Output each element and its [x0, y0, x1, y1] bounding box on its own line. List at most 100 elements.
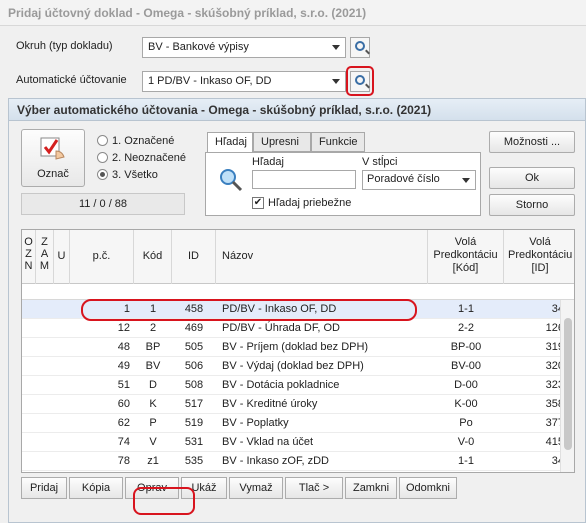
cell-pc: 12: [117, 322, 130, 334]
mark-button[interactable]: Označ: [21, 129, 85, 187]
table-row[interactable]: 60 K 517 BV - Kreditné úroky K-00 358: [22, 395, 574, 414]
chevron-down-icon: [462, 178, 470, 183]
add-button[interactable]: Pridaj: [21, 477, 67, 499]
copy-button[interactable]: Kópia: [69, 477, 123, 499]
column-select[interactable]: Poradové číslo: [362, 170, 476, 190]
table-header: O Z N Z A M U p.č. Kód ID Názov Volá Pre…: [22, 230, 574, 284]
chevron-down-icon: [332, 45, 340, 50]
auto-label: Automatické účtovanie: [16, 74, 127, 86]
table-row[interactable]: 49 BV 506 BV - Výdaj (doklad bez DPH) BV-00 3…: [22, 357, 574, 376]
checkmark-icon: [40, 137, 65, 160]
cell-pc: 49: [117, 360, 130, 372]
cell-vola-kod: BV-00: [451, 360, 481, 372]
cell-nazov: BV - Výdaj (doklad bez DPH): [222, 360, 364, 372]
table-row[interactable]: 51 D 508 BV - Dotácia pokladnice D-00 323: [22, 376, 574, 395]
col-vola-id[interactable]: Volá Predkontáciu [ID]: [504, 230, 574, 284]
col-pc[interactable]: p.č.: [70, 230, 134, 284]
cell-vola-id: 34: [551, 303, 564, 315]
tab-functions[interactable]: Funkcie: [311, 132, 365, 152]
selection-window: Výber automatického účtovania - Omega - …: [8, 98, 586, 523]
cell-vola-id: 415: [545, 436, 564, 448]
radio-all[interactable]: 3. Všetko: [97, 169, 158, 181]
cell-vola-kod: BP-00: [450, 341, 482, 353]
magnifier-icon: [355, 41, 365, 51]
col-id[interactable]: ID: [172, 230, 216, 284]
cell-id: 531: [184, 436, 204, 448]
check-icon: ✔: [253, 197, 263, 208]
options-button[interactable]: Možnosti ...: [489, 131, 575, 153]
col-ozn[interactable]: O Z N: [22, 230, 36, 284]
table-row[interactable]: 74 V 531 BV - Vklad na účet V-0 415: [22, 433, 574, 452]
search-panel: Hľadaj V stĺpci Poradové číslo ✔ Hľadaj …: [205, 152, 481, 216]
ok-button[interactable]: Ok: [489, 167, 575, 189]
cell-nazov: BV - Vklad na účet: [222, 436, 314, 448]
radio-unmarked-label: 2. Neoznačené: [112, 152, 186, 164]
cell-nazov: PD/BV - Úhrada DF, OD: [222, 322, 340, 334]
cell-vola-kod: Po: [459, 417, 473, 429]
cell-id: 505: [184, 341, 204, 353]
highlight-lookup: [346, 66, 374, 96]
column-label: V stĺpci: [362, 156, 398, 168]
column-value: Poradové číslo: [367, 173, 440, 185]
radio-circle: [97, 135, 108, 146]
delete-button[interactable]: Vymaž: [229, 477, 283, 499]
radio-unmarked[interactable]: 2. Neoznačené: [97, 152, 186, 164]
okruh-select[interactable]: BV - Bankové výpisy: [142, 37, 346, 58]
table-row[interactable]: 62 P 519 BV - Poplatky Po 377: [22, 414, 574, 433]
col-nazov[interactable]: Názov: [216, 230, 428, 284]
cell-id: 517: [184, 398, 204, 410]
cell-kod: z1: [147, 455, 159, 467]
cell-kod: K: [149, 398, 157, 410]
cell-vola-kod: 1-1: [458, 455, 474, 467]
okruh-lookup-button[interactable]: [350, 37, 370, 58]
cell-vola-kod: 2-2: [458, 322, 474, 334]
cell-vola-id: 34: [551, 455, 564, 467]
cell-nazov: BV - Poplatky: [222, 417, 289, 429]
print-button[interactable]: Tlač >: [285, 477, 343, 499]
radio-circle: [97, 152, 108, 163]
scrollbar-thumb[interactable]: [564, 318, 572, 450]
lock-button[interactable]: Zamkni: [345, 477, 397, 499]
col-vola-kod[interactable]: Volá Predkontáciu [Kód]: [428, 230, 504, 284]
cell-vola-id: 320: [545, 360, 564, 372]
radio-marked-label: 1. Označené: [112, 135, 175, 147]
window-title: Pridaj účtovný doklad - Omega - skúšobný…: [0, 0, 586, 26]
search-input[interactable]: [252, 170, 356, 189]
cell-vola-id: 319: [545, 341, 564, 353]
search-icon: [220, 169, 243, 192]
col-zam[interactable]: Z A M: [36, 230, 54, 284]
counter: 11 / 0 / 88: [21, 193, 185, 215]
tab-refine[interactable]: Upresni: [253, 132, 311, 152]
cell-kod: P: [149, 417, 157, 429]
radio-all-label: 3. Všetko: [112, 169, 158, 181]
cell-kod: BP: [145, 341, 161, 353]
cell-id: 506: [184, 360, 204, 372]
col-u[interactable]: U: [54, 230, 70, 284]
cell-id: 519: [184, 417, 204, 429]
table-row[interactable]: 78 z1 535 BV - Inkaso zOF, zDD 1-1 34: [22, 452, 574, 471]
cancel-button[interactable]: Storno: [489, 194, 575, 216]
unlock-button[interactable]: Odomkni: [399, 477, 457, 499]
cell-vola-id: 126: [545, 322, 564, 334]
okruh-value: BV - Bankové výpisy: [148, 41, 249, 53]
cell-pc: 62: [117, 417, 130, 429]
filter-row[interactable]: [22, 284, 574, 300]
tab-search[interactable]: Hľadaj: [207, 132, 253, 153]
live-search-label: Hľadaj priebežne: [268, 197, 352, 209]
cell-nazov: BV - Kreditné úroky: [222, 398, 318, 410]
auto-select[interactable]: 1 PD/BV - Inkaso OF, DD: [142, 71, 346, 92]
col-kod[interactable]: Kód: [134, 230, 172, 284]
mark-button-label: Označ: [37, 168, 69, 180]
vertical-scrollbar[interactable]: [560, 300, 574, 472]
cell-nazov: BV - Inkaso zOF, zDD: [222, 455, 329, 467]
cell-pc: 60: [117, 398, 130, 410]
cell-id: 535: [184, 455, 204, 467]
cell-pc: 48: [117, 341, 130, 353]
cell-vola-kod: V-0: [457, 436, 475, 448]
selection-window-title: Výber automatického účtovania - Omega - …: [9, 99, 585, 121]
live-search-checkbox[interactable]: ✔: [252, 197, 264, 209]
table-row[interactable]: 48 BP 505 BV - Príjem (doklad bez DPH) BP-00…: [22, 338, 574, 357]
table-row[interactable]: 12 2 469 PD/BV - Úhrada DF, OD 2-2 126: [22, 319, 574, 338]
cell-kod: D: [149, 379, 157, 391]
radio-marked[interactable]: 1. Označené: [97, 135, 174, 147]
